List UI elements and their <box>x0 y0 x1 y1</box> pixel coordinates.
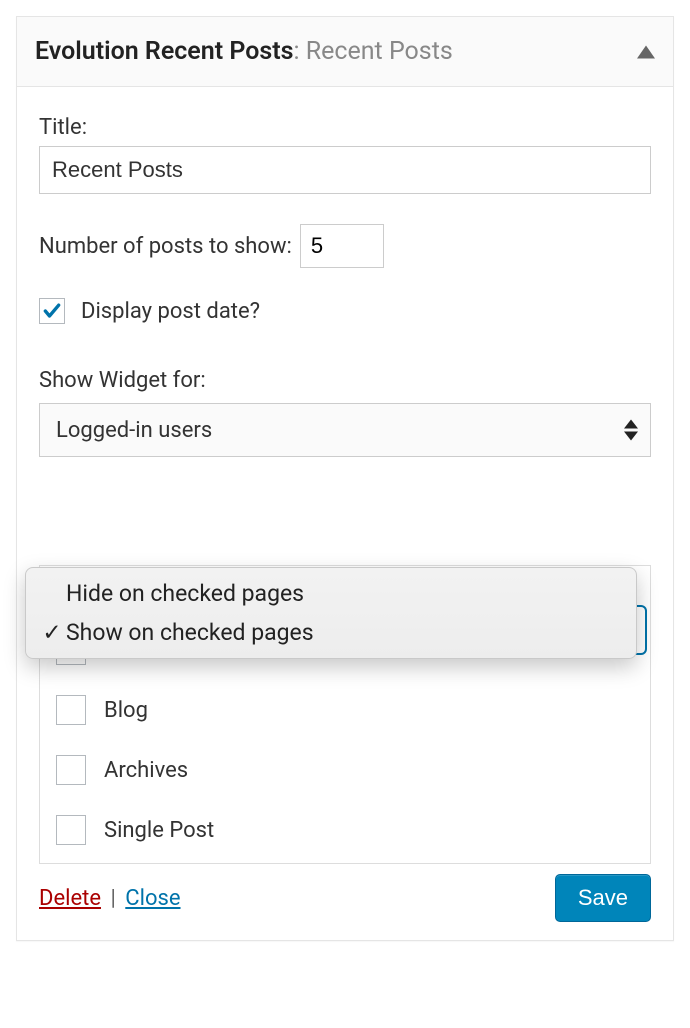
show-for-value: Logged-in users <box>56 418 212 443</box>
delete-link[interactable]: Delete <box>39 886 101 911</box>
separator: | <box>105 886 121 911</box>
misc-item-blog[interactable]: Blog <box>56 695 634 725</box>
count-input[interactable] <box>300 224 384 268</box>
checkbox-archives[interactable] <box>56 755 86 785</box>
widget-name: Evolution Recent Posts <box>35 37 293 66</box>
dropdown-menu: Hide on checked pages ✓ Show on checked … <box>25 567 637 659</box>
checkbox-single-post[interactable] <box>56 815 86 845</box>
count-label: Number of posts to show: <box>39 234 292 259</box>
widget-panel: Evolution Recent Posts: Recent Posts Tit… <box>16 16 674 941</box>
widget-body: Title: Number of posts to show: Display … <box>17 87 673 940</box>
save-button[interactable]: Save <box>555 874 651 922</box>
display-date-checkbox[interactable] <box>39 298 65 324</box>
misc-item-archives[interactable]: Archives <box>56 755 634 785</box>
close-link[interactable]: Close <box>125 886 180 911</box>
collapse-icon[interactable] <box>637 45 655 58</box>
check-icon <box>42 301 62 321</box>
check-icon: ✓ <box>38 619 66 646</box>
widget-header[interactable]: Evolution Recent Posts: Recent Posts <box>17 17 673 87</box>
stepper-icon <box>624 420 638 441</box>
misc-item-single-post[interactable]: Single Post <box>56 815 634 845</box>
show-for-label: Show Widget for: <box>39 368 651 393</box>
show-for-select[interactable]: Logged-in users <box>39 403 651 457</box>
display-date-label: Display post date? <box>81 299 260 324</box>
title-label: Title: <box>39 115 651 140</box>
title-input[interactable] <box>39 146 651 194</box>
checkbox-blog[interactable] <box>56 695 86 725</box>
widget-instance-name: Recent Posts <box>306 37 453 66</box>
widget-footer: Delete | Close Save <box>39 874 651 922</box>
dropdown-option-hide[interactable]: Hide on checked pages <box>26 574 636 613</box>
dropdown-option-show[interactable]: ✓ Show on checked pages <box>26 613 636 652</box>
